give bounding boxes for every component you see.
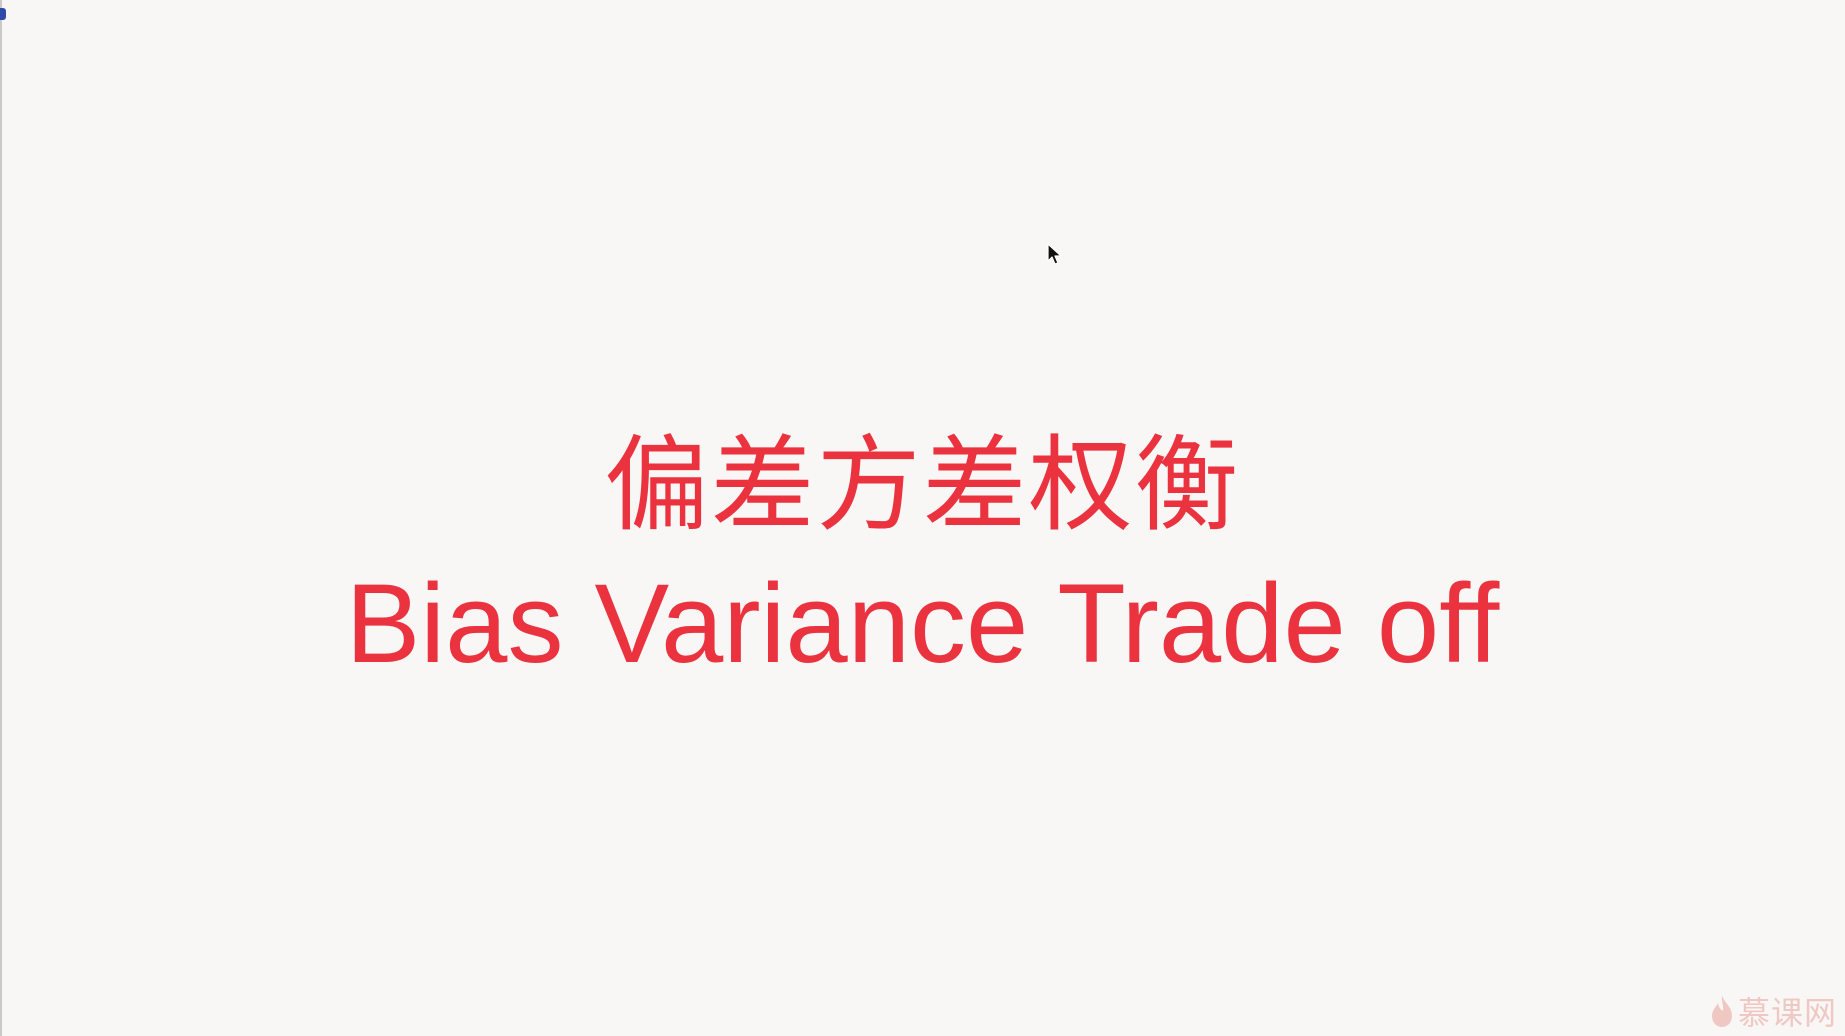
slide-title: 偏差方差权衡 Bias Variance Trade off [0,420,1845,692]
slide-title-chinese: 偏差方差权衡 [604,424,1241,546]
watermark-text: 慕课网 [1737,994,1837,1032]
flame-icon [1711,995,1732,1027]
watermark-logo: 慕课网 [1709,988,1837,1034]
slide-canvas: 偏差方差权衡 Bias Variance Trade off 慕课网 [0,0,1845,1036]
mouse-pointer-icon [1047,243,1062,265]
corner-indicator [0,8,6,20]
slide-title-english: Bias Variance Trade off [345,561,1500,686]
